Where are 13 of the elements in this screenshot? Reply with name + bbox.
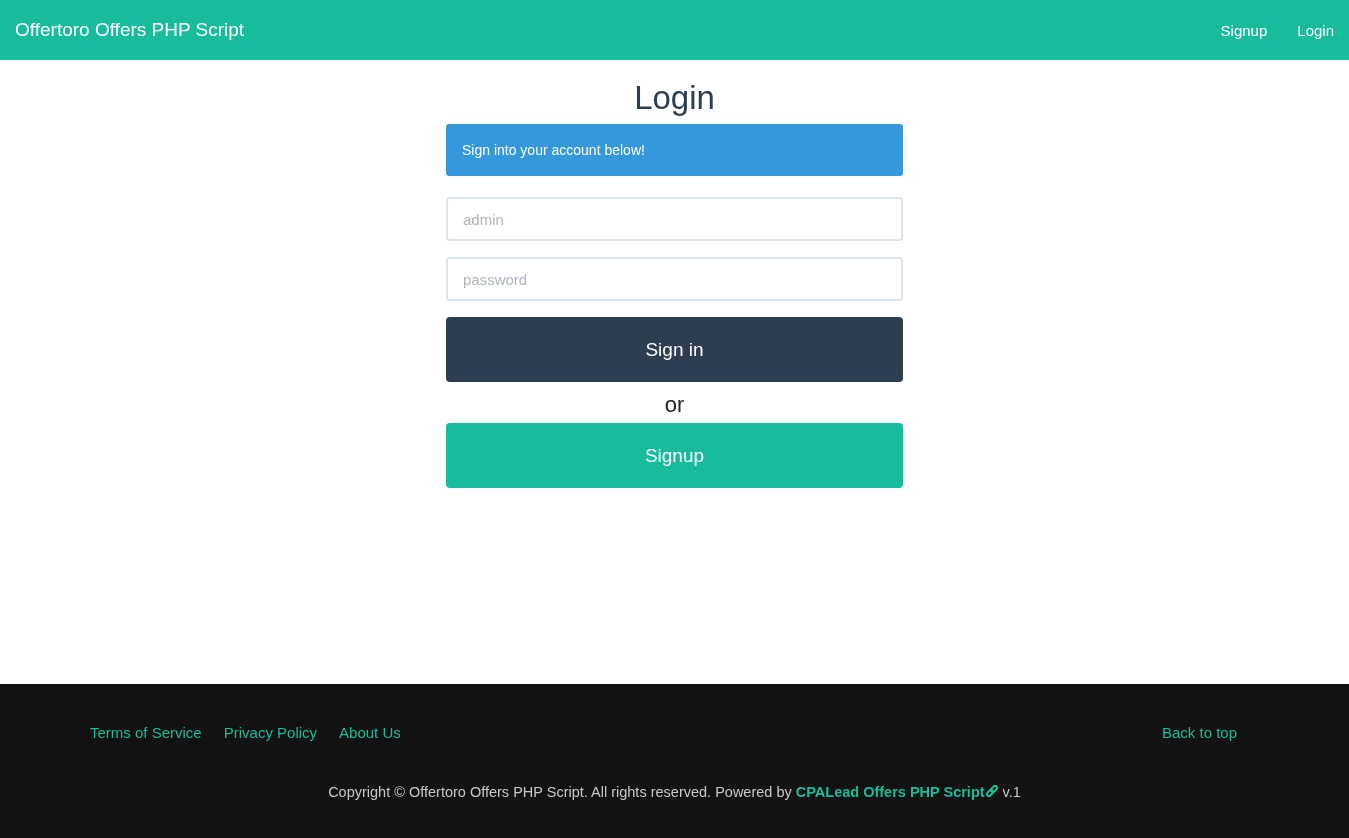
footer-link[interactable]: Privacy Policy <box>223 724 318 741</box>
sign-in-button[interactable]: Sign in <box>446 317 903 383</box>
username-field[interactable]: admin <box>446 197 903 242</box>
password-field[interactable]: password <box>446 257 903 302</box>
page-title: Login <box>634 80 715 117</box>
powered-by-link[interactable]: CPALead Offers PHP Script <box>795 784 985 800</box>
footer-link[interactable]: About Us <box>339 724 401 741</box>
separator-text: or <box>664 392 685 419</box>
footer-link[interactable]: Terms of Service <box>90 724 202 741</box>
link-icon <box>984 785 999 799</box>
back-to-top-link[interactable]: Back to top <box>1161 724 1237 741</box>
info-alert: Sign into your account below! <box>446 124 903 177</box>
copyright-text: Copyright © Offertoro Offers PHP Script. All rights reserved. Powered by CPALead Offers PHP Script v.1 <box>327 784 1022 800</box>
